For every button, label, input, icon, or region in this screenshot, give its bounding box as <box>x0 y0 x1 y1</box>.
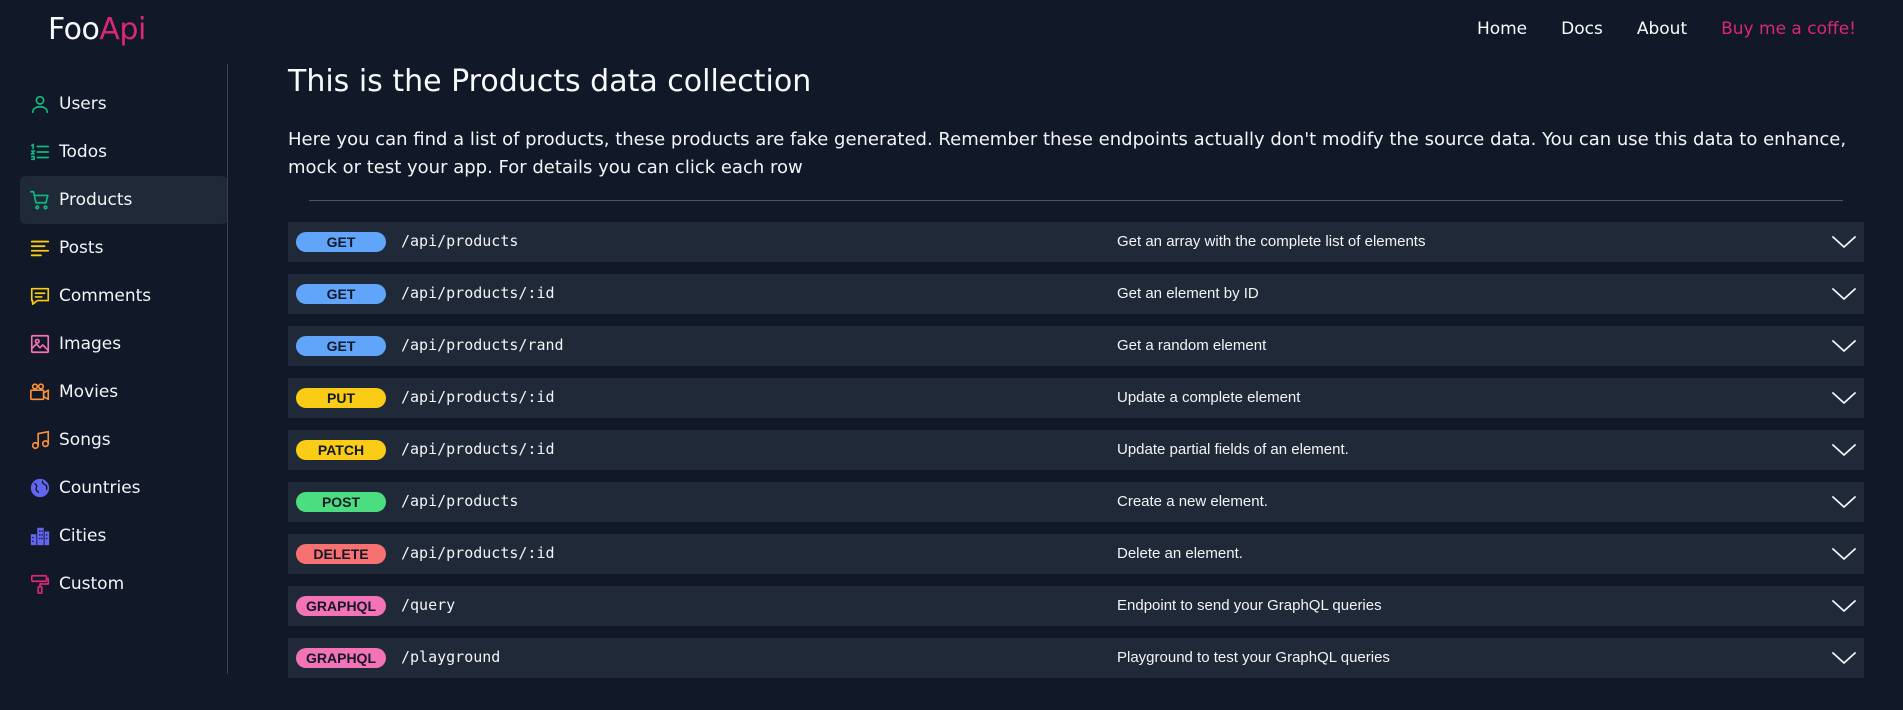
sidebar-item-label: Products <box>59 190 133 210</box>
sidebar-item-images[interactable]: Images <box>20 320 228 368</box>
chevron-down-icon[interactable] <box>1832 596 1856 616</box>
endpoint-description: Get an array with the complete list of e… <box>1117 233 1426 250</box>
cart-icon <box>29 189 51 211</box>
sidebar-item-songs[interactable]: Songs <box>20 416 228 464</box>
main-content: This is the Products data collection Her… <box>288 62 1864 690</box>
endpoint-row[interactable]: POST/api/products Create a new element. <box>288 482 1864 522</box>
user-icon <box>29 93 51 115</box>
endpoint-list: GET/api/products Get an array with the co… <box>288 222 1864 678</box>
endpoint-path: /api/products/rand <box>401 336 564 354</box>
sidebar-item-label: Songs <box>59 430 111 450</box>
sidebar-item-label: Todos <box>59 142 107 162</box>
nav-coffee-link[interactable]: Buy me a coffe! <box>1721 19 1856 39</box>
endpoint-path: /api/products/:id <box>401 388 555 406</box>
endpoint-path: /query <box>401 596 456 614</box>
chevron-down-icon[interactable] <box>1832 284 1856 304</box>
comment-icon <box>29 285 51 307</box>
endpoint-row[interactable]: GRAPHQL/playground Playground to test you… <box>288 638 1864 678</box>
endpoint-description: Playground to test your GraphQL queries <box>1117 649 1390 666</box>
sidebar-item-movies[interactable]: Movies <box>20 368 228 416</box>
endpoint-path: /playground <box>401 648 501 666</box>
chevron-down-icon[interactable] <box>1832 336 1856 356</box>
chevron-down-icon[interactable] <box>1832 492 1856 512</box>
endpoint-path: /api/products/:id <box>401 284 555 302</box>
endpoint-path: /api/products <box>401 492 519 510</box>
sidebar-item-countries[interactable]: Countries <box>20 464 228 512</box>
sidebar: Users Todos Products Posts Comments Images Mov… <box>20 80 228 608</box>
text-lines-icon <box>29 237 51 259</box>
brand-foo: Foo <box>48 12 100 47</box>
sidebar-item-custom[interactable]: Custom <box>20 560 228 608</box>
chevron-down-icon[interactable] <box>1832 388 1856 408</box>
endpoint-row[interactable]: PUT/api/products/:id Update a complete el… <box>288 378 1864 418</box>
sidebar-item-todos[interactable]: Todos <box>20 128 228 176</box>
chevron-down-icon[interactable] <box>1832 544 1856 564</box>
nav-docs-link[interactable]: Docs <box>1561 19 1603 39</box>
endpoint-row[interactable]: PATCH/api/products/:id Update partial fie… <box>288 430 1864 470</box>
endpoint-path: /api/products/:id <box>401 440 555 458</box>
sidebar-item-comments[interactable]: Comments <box>20 272 228 320</box>
method-badge: GRAPHQL <box>296 648 386 668</box>
globe-icon <box>29 477 51 499</box>
endpoint-row[interactable]: DELETE/api/products/:id Delete an element… <box>288 534 1864 574</box>
chevron-down-icon[interactable] <box>1832 648 1856 668</box>
section-divider <box>309 200 1843 201</box>
endpoint-description: Get a random element <box>1117 337 1267 354</box>
sidebar-item-label: Cities <box>59 526 107 546</box>
endpoint-description: Create a new element. <box>1117 493 1268 510</box>
list-icon <box>29 141 51 163</box>
brand-logo[interactable]: FooApi <box>48 12 146 47</box>
sidebar-item-label: Images <box>59 334 122 354</box>
endpoint-description: Update a complete element <box>1117 389 1301 406</box>
endpoint-row[interactable]: GRAPHQL/query Endpoint to send your Graph… <box>288 586 1864 626</box>
sidebar-divider <box>227 64 228 674</box>
endpoint-description: Delete an element. <box>1117 545 1243 562</box>
buildings-icon <box>29 525 51 547</box>
method-badge: GET <box>296 284 386 304</box>
endpoint-row[interactable]: GET/api/products Get an array with the co… <box>288 222 1864 262</box>
sidebar-item-label: Comments <box>59 286 152 306</box>
sidebar-item-label: Posts <box>59 238 104 258</box>
sidebar-item-products[interactable]: Products <box>20 176 228 224</box>
top-nav: Home Docs About Buy me a coffe! <box>1477 19 1856 39</box>
method-badge: POST <box>296 492 386 512</box>
page-description: Here you can find a list of products, th… <box>288 129 1847 178</box>
page-title: This is the Products data collection <box>288 64 812 99</box>
image-icon <box>29 333 51 355</box>
method-badge: GET <box>296 232 386 252</box>
sidebar-item-label: Users <box>59 94 107 114</box>
nav-about-link[interactable]: About <box>1637 19 1687 39</box>
method-badge: DELETE <box>296 544 386 564</box>
sidebar-item-label: Countries <box>59 478 141 498</box>
sidebar-item-label: Movies <box>59 382 119 402</box>
nav-home-link[interactable]: Home <box>1477 19 1527 39</box>
endpoint-description: Get an element by ID <box>1117 285 1259 302</box>
endpoint-description: Endpoint to send your GraphQL queries <box>1117 597 1382 614</box>
music-note-icon <box>29 429 51 451</box>
method-badge: PATCH <box>296 440 386 460</box>
method-badge: GET <box>296 336 386 356</box>
sidebar-item-label: Custom <box>59 574 125 594</box>
endpoint-description: Update partial fields of an element. <box>1117 441 1349 458</box>
paint-roller-icon <box>29 573 51 595</box>
endpoint-row[interactable]: GET/api/products/rand Get a random elemen… <box>288 326 1864 366</box>
chevron-down-icon[interactable] <box>1832 440 1856 460</box>
movie-camera-icon <box>29 381 51 403</box>
sidebar-item-users[interactable]: Users <box>20 80 228 128</box>
top-navbar: FooApi Home Docs About Buy me a coffe! <box>0 0 1903 62</box>
method-badge: PUT <box>296 388 386 408</box>
endpoint-path: /api/products <box>401 232 519 250</box>
sidebar-item-cities[interactable]: Cities <box>20 512 228 560</box>
brand-api: Api <box>99 12 146 47</box>
sidebar-item-posts[interactable]: Posts <box>20 224 228 272</box>
endpoint-row[interactable]: GET/api/products/:id Get an element by ID <box>288 274 1864 314</box>
method-badge: GRAPHQL <box>296 596 386 616</box>
endpoint-path: /api/products/:id <box>401 544 555 562</box>
chevron-down-icon[interactable] <box>1832 232 1856 252</box>
